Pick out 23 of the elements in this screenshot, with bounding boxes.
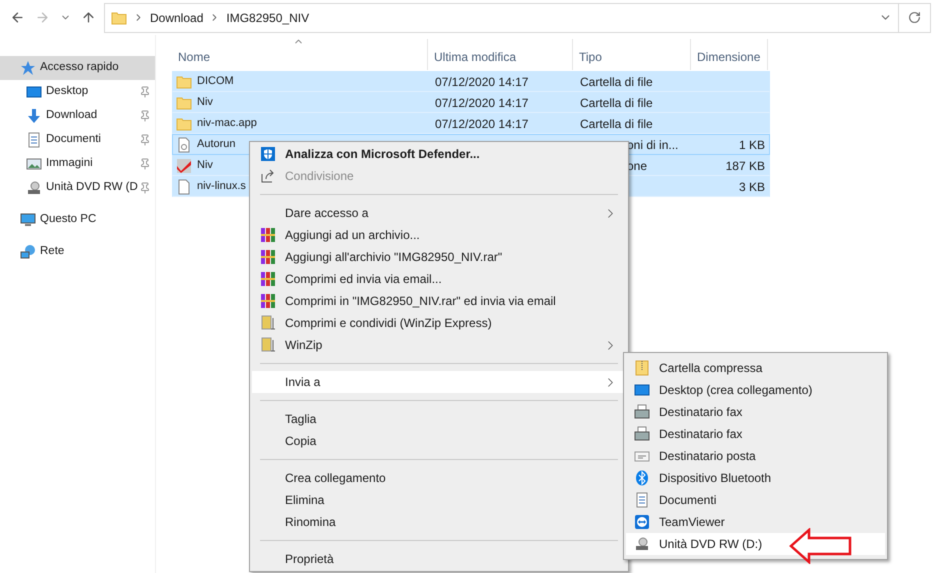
sidebar-label: Unità DVD RW (D [46,180,139,196]
sidebar-label: Questo PC [40,212,98,228]
sidebar-label: Rete [40,244,66,260]
sidebar-label: Desktop [46,84,90,100]
file-type: Cartella di file [580,116,653,130]
file-name: niv-mac.app [197,116,257,132]
modified-date: 07/12/2020 14:17 [435,96,528,110]
sidebar-label: Download [46,108,98,124]
file-name: Niv [197,95,213,110]
file-name: niv-linux.s [197,179,246,194]
file-size: 1 KB [738,138,765,152]
sidebar-label: Documenti [46,132,102,148]
file-type: Cartella di file [580,96,653,110]
file-size: 3 KB [738,180,765,194]
file-type: Cartella di file [580,74,653,88]
sidebar-label: Immagini [46,156,94,172]
sidebar-label: Accesso rapido [40,60,120,76]
file-name: Autorun [197,137,236,152]
modified-date: 07/12/2020 14:17 [435,116,528,130]
file-name: DICOM [197,74,234,90]
file-name: Niv [197,158,213,174]
file-size: 187 KB [726,158,765,172]
modified-date: 07/12/2020 14:17 [435,74,528,88]
